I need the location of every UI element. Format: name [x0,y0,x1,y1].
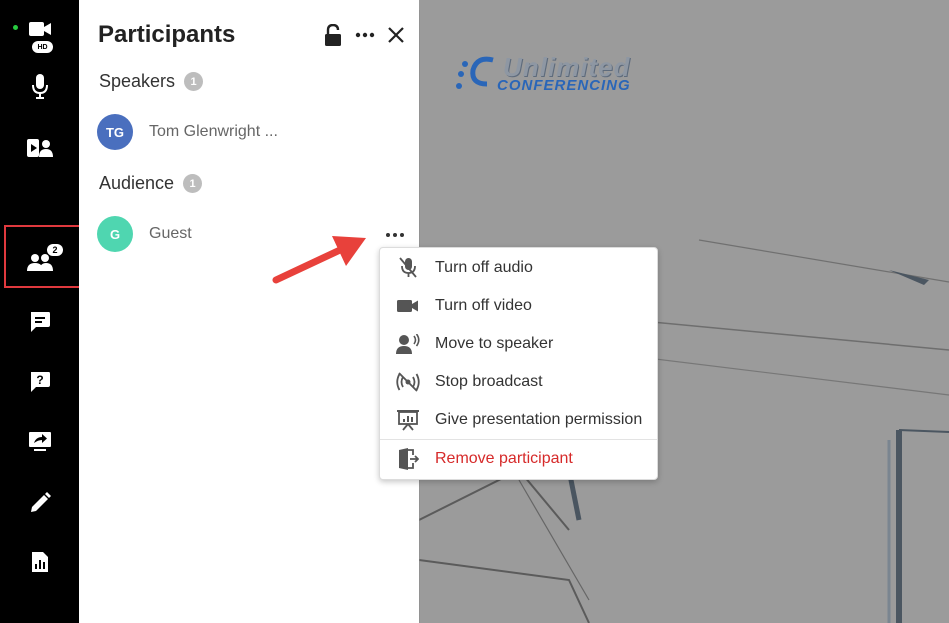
reports-button[interactable] [0,537,79,587]
camera-status-dot [13,25,18,30]
audience-count-badge: 1 [183,174,203,193]
participant-name: Guest [149,225,192,242]
qa-button[interactable]: ? [0,357,79,407]
speakers-label: Speakers [99,71,176,91]
share-screen-icon [28,432,51,451]
chat-icon [30,312,50,332]
share-screen-button[interactable] [0,417,79,467]
question-icon: ? [30,372,50,392]
video-camera-icon [28,22,51,36]
menu-item-label: Move to speaker [435,335,554,352]
speakers-count-badge: 1 [184,72,204,91]
participant-more-button[interactable] [380,224,410,246]
participants-count-badge: 2 [47,244,63,256]
unlock-icon [325,24,341,46]
switch-view-button[interactable] [0,123,79,173]
menu-item-move-to-speaker[interactable]: Move to speaker [380,325,657,363]
switch-user-icon [26,139,53,157]
exit-door-icon [396,448,420,470]
menu-item-label: Remove participant [435,450,573,467]
more-horizontal-icon [386,233,404,237]
mic-off-icon [396,257,420,279]
hd-badge: HD [32,41,53,53]
microphone-button[interactable] [0,62,79,112]
chat-button[interactable] [0,297,79,347]
close-panel-button[interactable] [383,22,409,48]
menu-item-remove-participant[interactable]: Remove participant [380,440,657,478]
speaker-user-icon [396,333,420,355]
close-icon [388,27,404,43]
participants-panel: Participants Speakers 1 TG Tom Glenwrigh… [79,0,419,623]
menu-item-label: Turn off audio [435,259,533,276]
speakers-section-header: Speakers 1 [99,71,204,92]
participants-icon [26,254,53,271]
meeting-toolbar: HD 2 ? [0,0,82,623]
report-icon [31,552,48,572]
annotation-arrow [272,236,366,284]
menu-item-stop-broadcast[interactable]: Stop broadcast [380,363,657,401]
avatar: G [97,216,133,252]
avatar: TG [97,114,133,150]
logo-text-secondary: CONFERENCING [497,77,631,94]
logo-mark-icon [456,56,494,89]
panel-more-button[interactable] [352,22,378,48]
menu-item-turn-off-video[interactable]: Turn off video [380,287,657,325]
menu-item-label: Give presentation permission [435,411,643,428]
participant-context-menu: Turn off audio Turn off video Move to sp… [379,247,658,480]
menu-item-give-presentation-permission[interactable]: Give presentation permission [380,401,657,439]
panel-title: Participants [98,21,236,48]
annotate-button[interactable] [0,477,79,527]
svg-text:?: ? [36,373,43,387]
pencil-icon [30,492,51,512]
broadcast-off-icon [396,371,420,393]
more-horizontal-icon [355,32,375,38]
lock-button[interactable] [320,22,346,48]
presentation-icon [396,409,420,431]
microphone-icon [31,74,48,99]
audience-section-header: Audience 1 [99,173,203,194]
menu-item-label: Turn off video [435,297,532,314]
audience-label: Audience [99,173,175,193]
menu-item-label: Stop broadcast [435,373,543,390]
participant-name: Tom Glenwright ... [149,123,278,140]
participant-row-speaker[interactable]: TG Tom Glenwright ... [97,114,417,150]
unlimited-conferencing-logo: Unlimited CONFERENCING [453,52,653,100]
participants-button[interactable] [0,237,79,287]
menu-item-turn-off-audio[interactable]: Turn off audio [380,249,657,287]
camera-icon [396,295,420,317]
